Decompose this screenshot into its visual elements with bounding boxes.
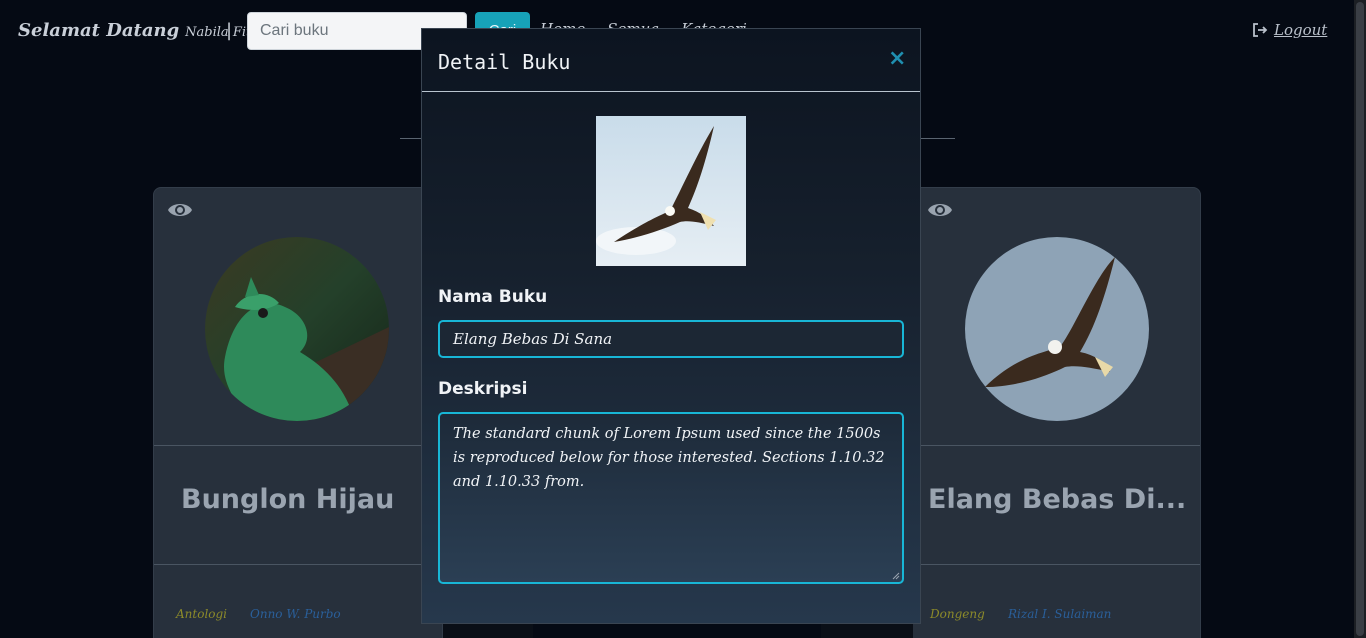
close-icon[interactable]: × <box>888 46 906 71</box>
book-card[interactable]: Bunglon Hijau Antologi Onno W. Purbo <box>153 187 443 638</box>
book-name-field[interactable]: Elang Bebas Di Sana <box>438 320 904 358</box>
modal-header: Detail Buku × <box>422 29 920 92</box>
book-cover-avatar <box>965 237 1149 421</box>
scrollbar-thumb[interactable] <box>1356 2 1364 636</box>
card-divider <box>154 564 442 565</box>
card-divider <box>911 564 1200 565</box>
card-author[interactable]: Onno W. Purbo <box>250 607 341 621</box>
brand-greeting: Selamat Datang <box>18 20 180 41</box>
book-detail-modal: Detail Buku × Nama Buku Elang Bebas Di S… <box>421 28 921 624</box>
card-title: Bunglon Hijau <box>181 484 395 515</box>
book-card[interactable]: Elang Bebas Di... Dongeng Rizal I. Sulai… <box>910 187 1201 638</box>
book-cover-avatar <box>205 237 389 421</box>
card-title: Elang Bebas Di... <box>928 484 1187 515</box>
book-name-label: Nama Buku <box>438 287 548 307</box>
card-author[interactable]: Rizal I. Sulaiman <box>1008 607 1111 621</box>
description-textarea[interactable]: The standard chunk of Lorem Ipsum used s… <box>438 412 904 584</box>
brand[interactable]: Selamat Datang Nabila Fitriani <box>18 20 282 41</box>
book-cover-image <box>596 116 746 266</box>
footer-strip <box>821 624 913 638</box>
nav-separator: | <box>226 20 233 41</box>
footer-strip <box>443 624 533 638</box>
card-divider <box>911 445 1200 446</box>
card-divider <box>154 445 442 446</box>
card-category[interactable]: Antologi <box>176 607 227 621</box>
eye-icon[interactable] <box>167 200 193 220</box>
sign-out-icon <box>1253 23 1268 37</box>
description-text: The standard chunk of Lorem Ipsum used s… <box>453 426 885 490</box>
logout-label: Logout <box>1274 21 1328 39</box>
description-label: Deskripsi <box>438 379 528 399</box>
modal-title: Detail Buku <box>438 50 571 74</box>
card-category[interactable]: Dongeng <box>930 607 985 621</box>
page-scrollbar[interactable] <box>1354 0 1366 638</box>
eye-icon[interactable] <box>927 200 953 220</box>
resize-grip-icon[interactable] <box>892 572 900 580</box>
logout-link[interactable]: Logout <box>1252 21 1327 39</box>
